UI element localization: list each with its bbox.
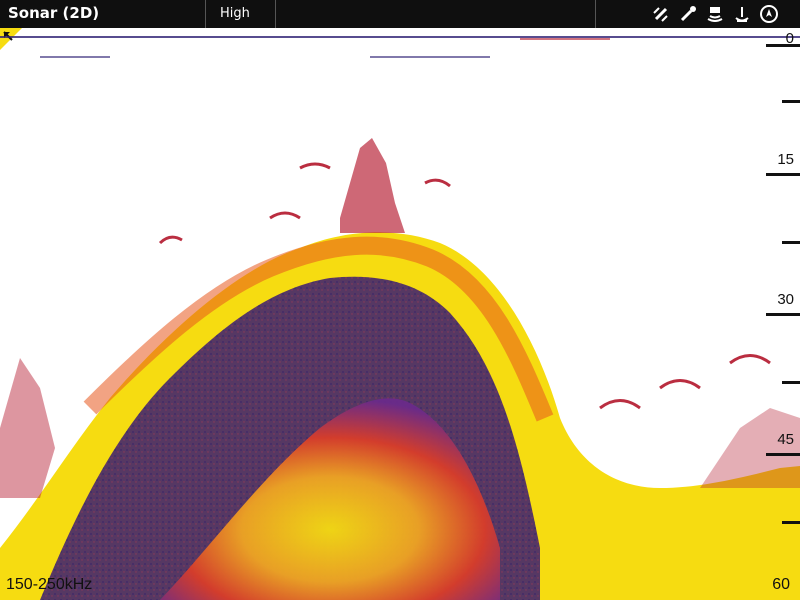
depth-tick <box>782 521 800 524</box>
gps-icon[interactable] <box>650 3 672 25</box>
mode-label: High <box>220 6 250 21</box>
depth-label: 45 <box>777 431 794 448</box>
anchor-icon[interactable] <box>731 3 753 25</box>
depth-tick <box>766 173 800 176</box>
view-title: Sonar (2D) <box>8 4 100 22</box>
divider <box>275 0 276 28</box>
depth-bottom-label: 60 <box>772 576 790 593</box>
top-bar: Sonar (2D) High <box>0 0 800 28</box>
wrench-icon[interactable] <box>677 3 699 25</box>
transducer-icon[interactable] <box>704 3 726 25</box>
depth-label: 30 <box>777 291 794 308</box>
depth-tick <box>766 44 800 47</box>
divider <box>595 0 596 28</box>
depth-tick <box>782 100 800 103</box>
depth-label: 0 <box>785 30 794 47</box>
frequency-label: 150-250kHz <box>6 576 93 593</box>
divider <box>205 0 206 28</box>
depth-tick <box>766 453 800 456</box>
compass-icon[interactable] <box>758 3 780 25</box>
depth-scale: 0 15 30 45 <box>740 28 800 600</box>
sonar-view <box>0 36 800 600</box>
depth-tick <box>766 313 800 316</box>
status-icons <box>650 3 780 25</box>
depth-label: 15 <box>777 151 794 168</box>
sonar-screen: 0 15 30 45 150-250kHz 60 <box>0 28 800 600</box>
depth-tick <box>782 381 800 384</box>
depth-tick <box>782 241 800 244</box>
